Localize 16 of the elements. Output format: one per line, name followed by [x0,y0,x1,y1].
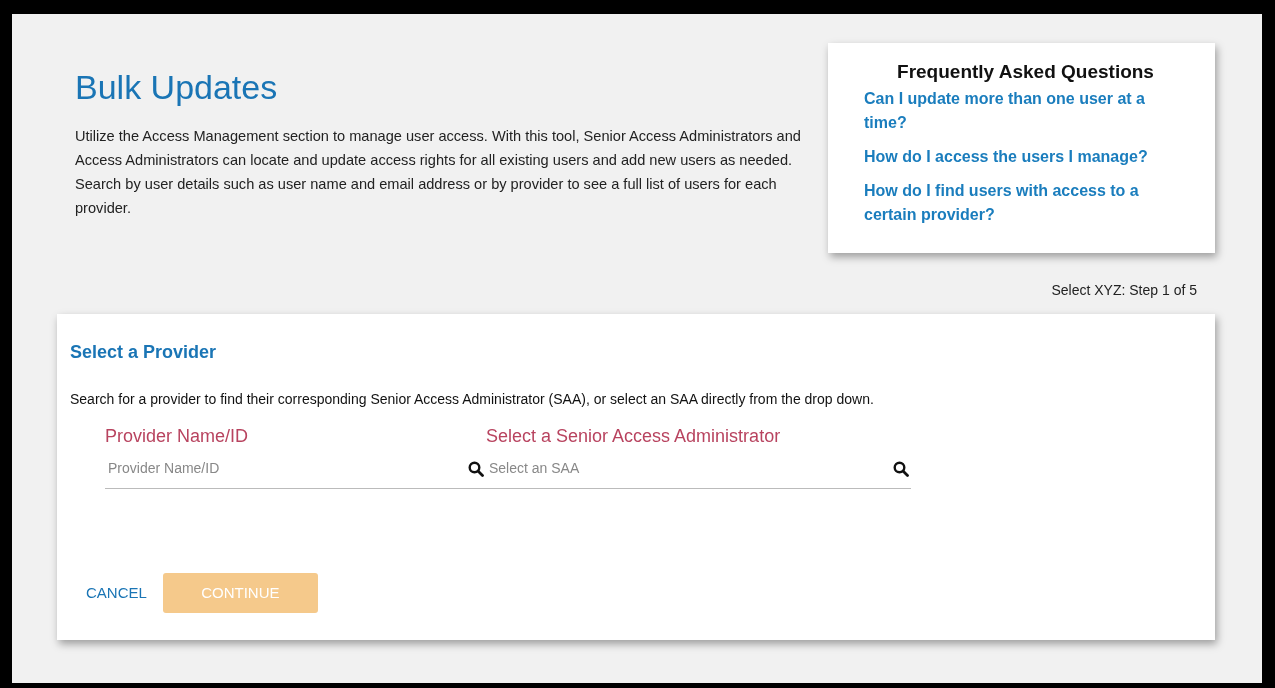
faq-link[interactable]: How do I access the users I manage? [864,145,1184,169]
cancel-button[interactable]: CANCEL [86,581,147,605]
search-icon[interactable] [468,460,484,477]
search-field[interactable]: Provider Name/ID [108,458,468,479]
faq-title: Frequently Asked Questions [896,60,1155,84]
page-title: Bulk Updates [75,67,279,107]
faq-link[interactable]: Can I update more than one user at a time? [864,87,1184,135]
form-title: Select a Provider [70,341,218,363]
field-label: Select a Senior Access Administrator [486,425,782,447]
intro-paragraph: Utilize the Access Management section to manage user access. With this tool, Senior Access Administrators and Access Administrators can locate and update access rights for all existing users and add new users as needed. Search by user details such as user name and email address or by provider to see a full list of users for each provider. [75,127,802,218]
faq-link[interactable]: How do I find users with access to a certain provider? [864,179,1184,227]
search-icon[interactable] [893,460,909,477]
search-field[interactable]: Select an SAA [489,458,893,479]
field-label: Provider Name/ID [105,425,250,447]
form-description: Search for a provider to find their corresponding Senior Access Administrator (SAA), or select an SAA directly from the drop down. [70,390,875,408]
step-indicator: Select XYZ: Step 1 of 5 [1051,281,1197,300]
